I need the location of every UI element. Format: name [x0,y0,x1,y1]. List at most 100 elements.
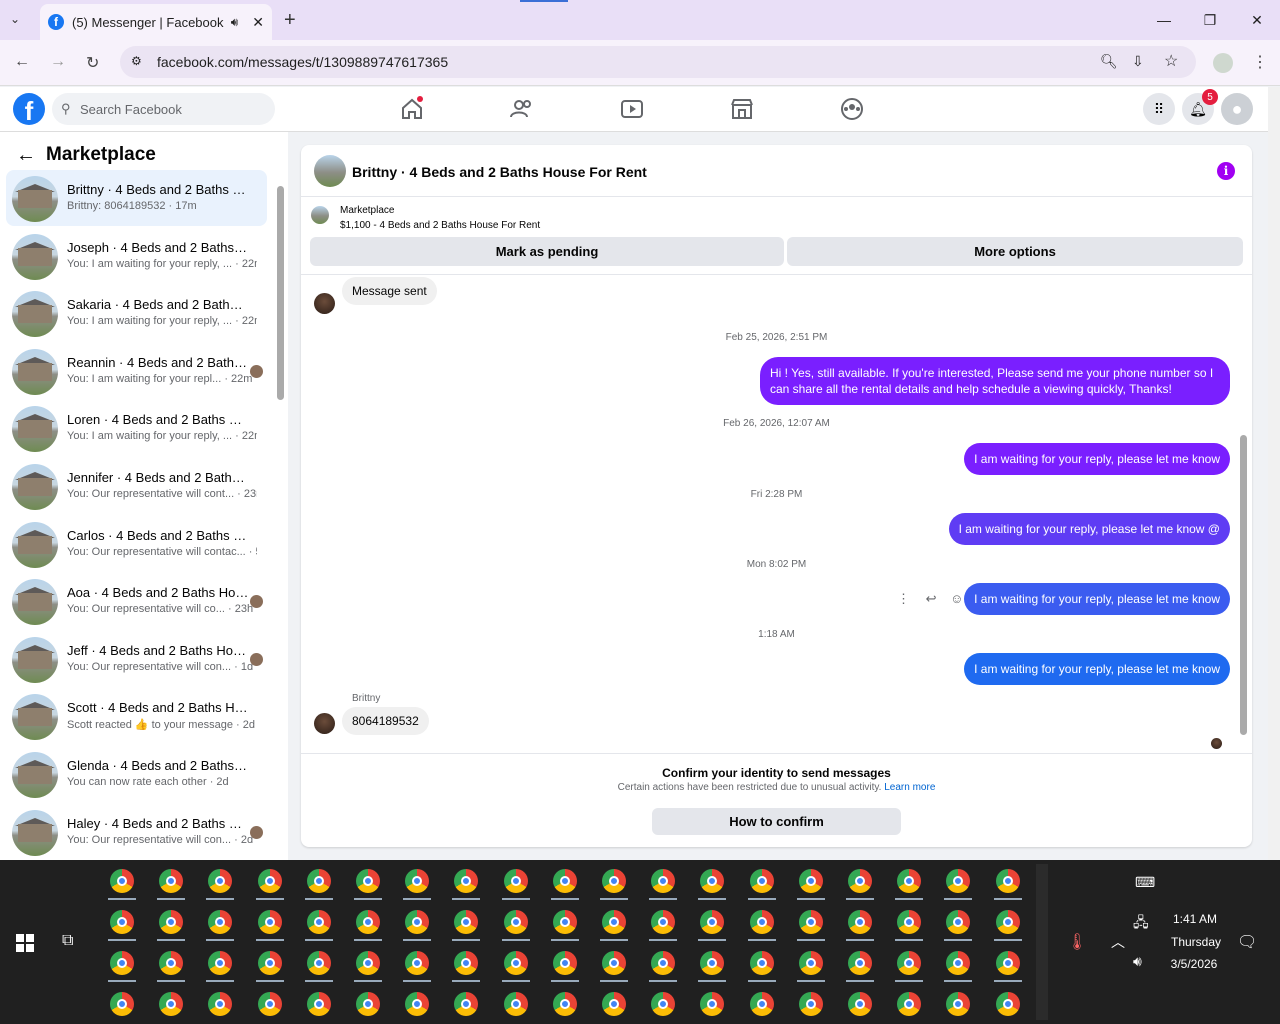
account-avatar[interactable]: ● [1221,93,1253,125]
notifications-button[interactable]: 🔔︎ 5 [1182,89,1218,125]
listing-title[interactable]: $1,100 - 4 Beds and 2 Baths House For Re… [340,220,540,231]
taskbar-app-icon[interactable] [348,862,388,900]
temperature-icon[interactable]: 🌡︎ [1067,932,1087,952]
sidebar-scrollbar-thumb[interactable] [277,186,284,400]
clock-time[interactable]: 1:41 AM [1165,912,1225,926]
taskbar-app-icon[interactable] [594,944,634,982]
taskbar-app-icon[interactable] [348,903,388,941]
notification-center-icon[interactable]: 🗨 [1237,932,1257,952]
conversation-item[interactable]: Sakaria · 4 Beds and 2 Baths Ho... You: I… [6,285,267,341]
speaker-icon[interactable]: 🔊︎ [231,15,239,30]
taskbar-app-icon[interactable] [250,903,290,941]
reload-icon[interactable]: ↻ [86,53,99,73]
taskbar-app-icon[interactable] [397,944,437,982]
meet-now-icon[interactable]: ⌨ [1135,874,1155,891]
taskbar-app-icon[interactable] [496,903,536,941]
conversation-item[interactable]: Reannin · 4 Beds and 2 Baths ... You: I a… [6,343,267,399]
taskbar-app-icon[interactable] [742,903,782,941]
conversation-item[interactable]: Carlos · 4 Beds and 2 Baths Hou... You: O… [6,516,267,572]
new-tab-icon[interactable]: + [284,9,296,32]
network-icon[interactable]: 🖧 [1133,912,1149,936]
taskbar-app-icon[interactable] [840,985,880,1023]
info-icon[interactable]: i [1217,162,1235,180]
taskbar-app-icon[interactable] [791,862,831,900]
conversation-item[interactable]: Brittny · 4 Beds and 2 Baths Ho... Brittn… [6,170,267,226]
conversation-item[interactable]: Scott · 4 Beds and 2 Baths Hous... Scott … [6,688,267,744]
taskbar-scrollbar[interactable] [1036,864,1048,1020]
taskbar-app-icon[interactable] [102,862,142,900]
tab-search-icon[interactable]: ⌄ [10,12,20,26]
task-view-icon[interactable]: ⧉ [62,932,73,950]
friends-icon[interactable] [508,95,536,123]
taskbar-app-icon[interactable] [545,862,585,900]
back-icon[interactable]: ← [14,53,30,71]
taskbar-app-icon[interactable] [840,903,880,941]
taskbar-app-icon[interactable] [889,862,929,900]
taskbar-app-icon[interactable] [594,862,634,900]
taskbar-app-icon[interactable] [200,985,240,1023]
taskbar-app-icon[interactable] [938,903,978,941]
taskbar-app-icon[interactable] [299,985,339,1023]
url-bar[interactable]: ⚙ facebook.com/messages/t/13098897476173… [120,46,1196,78]
taskbar-app-icon[interactable] [545,903,585,941]
outgoing-message[interactable]: Hi ! Yes, still available. If you're int… [760,357,1230,405]
taskbar-app-icon[interactable] [102,944,142,982]
conversation-item[interactable]: Jennifer · 4 Beds and 2 Baths H... You: O… [6,458,267,514]
how-to-confirm-button[interactable]: How to confirm [652,808,901,835]
outgoing-message[interactable]: I am waiting for your reply, please let … [964,653,1230,685]
outgoing-message[interactable]: I am waiting for your reply, please let … [964,583,1230,615]
outgoing-message[interactable]: I am waiting for your reply, please let … [964,443,1230,475]
taskbar-app-icon[interactable] [692,862,732,900]
start-icon[interactable] [16,934,34,952]
conversation-item[interactable]: Haley · 4 Beds and 2 Baths H... You: Our … [6,804,267,860]
taskbar-app-icon[interactable] [102,903,142,941]
groups-icon[interactable] [838,95,866,123]
back-arrow-icon[interactable]: ← [16,144,36,167]
taskbar-app-icon[interactable] [791,903,831,941]
taskbar-app-icon[interactable] [397,862,437,900]
taskbar-app-icon[interactable] [151,985,191,1023]
taskbar-app-icon[interactable] [692,903,732,941]
incoming-message[interactable]: 8064189532 [342,707,429,735]
marketplace-icon[interactable] [728,95,756,123]
taskbar-app-icon[interactable] [299,944,339,982]
taskbar-app-icon[interactable] [397,985,437,1023]
taskbar-app-icon[interactable] [299,903,339,941]
outgoing-message[interactable]: I am waiting for your reply, please let … [948,513,1230,545]
taskbar-app-icon[interactable] [594,903,634,941]
taskbar-app-icon[interactable] [397,903,437,941]
conversation-item[interactable]: Jeff · 4 Beds and 2 Baths Hou... You: Our… [6,631,267,687]
browser-menu-icon[interactable]: ⋮ [1252,52,1268,72]
listing-thumbnail[interactable] [311,206,329,224]
clock-day[interactable]: Thursday [1161,935,1231,949]
conversation-item[interactable]: Joseph · 4 Beds and 2 Baths Ho... You: I … [6,228,267,284]
taskbar-app-icon[interactable] [988,903,1028,941]
browser-tab[interactable]: f (5) Messenger | Facebook 🔊︎ ✕ [40,4,272,40]
taskbar-app-icon[interactable] [200,862,240,900]
taskbar-app-icon[interactable] [889,944,929,982]
minimize-icon[interactable]: — [1152,8,1176,32]
conversation-item[interactable]: Glenda · 4 Beds and 2 Baths Ho... You can… [6,746,267,802]
menu-grid-button[interactable]: ⠿ [1143,93,1175,125]
taskbar-app-icon[interactable] [200,944,240,982]
taskbar-app-icon[interactable] [840,944,880,982]
more-actions-icon[interactable]: ⋮ [897,591,910,606]
taskbar-app-icon[interactable] [151,944,191,982]
taskbar-app-icon[interactable] [938,985,978,1023]
taskbar-app-icon[interactable] [742,985,782,1023]
chat-avatar[interactable] [314,155,346,187]
search-input[interactable]: ⚲ Search Facebook [52,93,275,125]
more-options-button[interactable]: More options [787,237,1243,266]
taskbar-app-icon[interactable] [446,944,486,982]
conversation-item[interactable]: Loren · 4 Beds and 2 Baths Hou... You: I … [6,400,267,456]
taskbar-app-icon[interactable] [938,944,978,982]
taskbar-app-icon[interactable] [151,862,191,900]
taskbar-app-icon[interactable] [250,944,290,982]
taskbar-app-icon[interactable] [889,903,929,941]
site-info-icon[interactable]: ⚙ [131,54,142,68]
chat-title[interactable]: Brittny · 4 Beds and 2 Baths House For R… [352,164,647,180]
taskbar-app-icon[interactable] [938,862,978,900]
taskbar-app-icon[interactable] [742,944,782,982]
profile-avatar[interactable] [1213,53,1233,73]
react-emoji-icon[interactable]: ☺ [950,591,963,606]
